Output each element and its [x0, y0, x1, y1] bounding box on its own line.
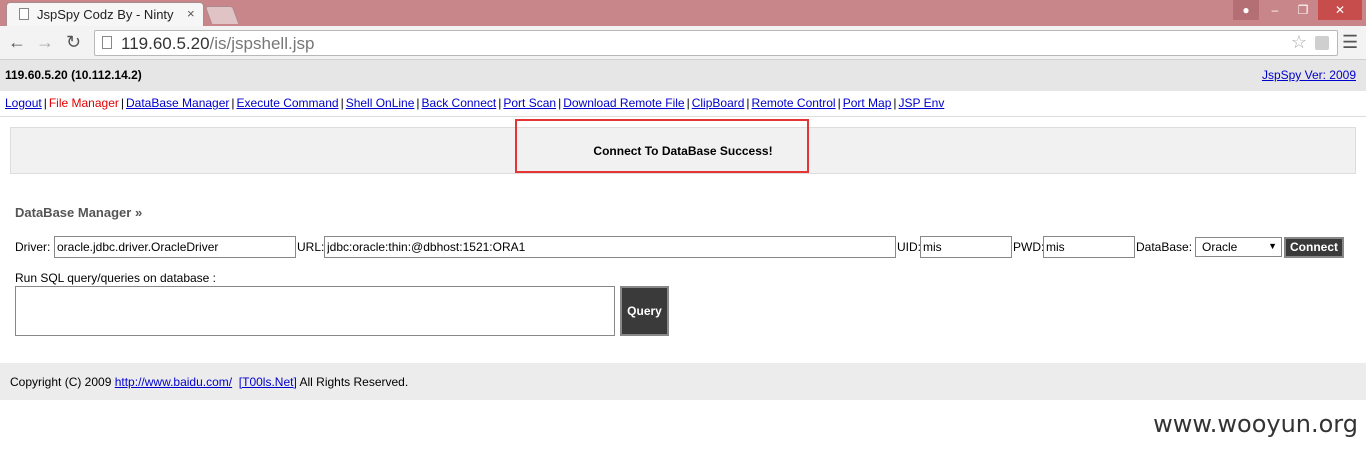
url-host: 119.60.5.20 [121, 34, 210, 53]
watermark: www.wooyun.org [1153, 410, 1358, 438]
nav-separator: | [746, 96, 750, 110]
footer-text: Copyright (C) 2009 http://www.baidu.com/… [10, 375, 408, 389]
nav-link-port-scan[interactable]: Port Scan [503, 96, 556, 110]
url-input[interactable] [324, 236, 896, 258]
driver-label: Driver: [15, 240, 51, 254]
maximize-button[interactable]: ❐ [1290, 0, 1316, 20]
database-select-value: Oracle [1202, 240, 1238, 254]
query-button[interactable]: Query [620, 286, 669, 336]
nav-link-file-manager[interactable]: File Manager [49, 96, 119, 110]
driver-input[interactable] [54, 236, 296, 258]
close-window-button[interactable]: ✕ [1318, 0, 1362, 20]
url-label: URL: [297, 240, 325, 254]
version-link[interactable]: JspSpy Ver: 2009 [1262, 68, 1356, 82]
sql-textarea[interactable] [15, 286, 615, 336]
nav-link-back-connect[interactable]: Back Connect [422, 96, 497, 110]
url-path: /is/jspshell.jsp [209, 34, 315, 53]
browser-tab[interactable]: JspSpy Codz By - Ninty × [6, 2, 204, 26]
database-select[interactable]: Oracle ▼ [1195, 237, 1282, 257]
nav-separator: | [231, 96, 235, 110]
host-info: 119.60.5.20 (10.112.14.2) [5, 68, 142, 82]
arrow-right-icon[interactable]: → [36, 32, 54, 53]
nav-link-shell-online[interactable]: Shell OnLine [346, 96, 415, 110]
nav-link-database-manager[interactable]: DataBase Manager [126, 96, 229, 110]
divider [0, 116, 1366, 117]
page-icon [19, 8, 29, 20]
info-bar: 119.60.5.20 (10.112.14.2) JspSpy Ver: 20… [0, 60, 1366, 91]
address-bar[interactable]: 119.60.5.20/is/jspshell.jsp ☆ [94, 30, 1338, 56]
nav-link-port-map[interactable]: Port Map [843, 96, 892, 110]
nav-link-clipboard[interactable]: ClipBoard [692, 96, 745, 110]
page-icon [102, 36, 112, 49]
footer-prefix: Copyright (C) 2009 [10, 375, 115, 389]
reload-icon[interactable]: ↻ [66, 32, 81, 53]
uid-input[interactable] [920, 236, 1012, 258]
minimize-button[interactable]: – [1262, 0, 1288, 20]
nav-separator: | [120, 96, 124, 110]
chevron-down-icon: ▼ [1268, 241, 1277, 251]
nav-separator: | [686, 96, 690, 110]
nav-menu: Logout | File Manager | DataBase Manager | Exe… [5, 96, 944, 110]
pwd-input[interactable] [1043, 236, 1135, 258]
browser-titlebar: JspSpy Codz By - Ninty × ● – ❐ ✕ [0, 0, 1366, 26]
user-icon[interactable]: ● [1233, 0, 1259, 20]
pwd-label: PWD: [1013, 240, 1045, 254]
sql-label: Run SQL query/queries on database : [15, 271, 217, 285]
footer: Copyright (C) 2009 http://www.baidu.com/… [0, 363, 1366, 400]
nav-separator: | [43, 96, 47, 110]
hamburger-menu-icon[interactable]: ☰ [1342, 33, 1358, 51]
star-icon[interactable]: ☆ [1291, 32, 1307, 53]
tab-title: JspSpy Codz By - Ninty [37, 7, 174, 22]
nav-separator: | [416, 96, 420, 110]
extension-icon[interactable] [1315, 36, 1329, 50]
highlight-box [515, 119, 809, 173]
nav-link-jsp-env[interactable]: JSP Env [899, 96, 945, 110]
database-label: DataBase: [1136, 240, 1193, 254]
nav-link-execute-command[interactable]: Execute Command [237, 96, 339, 110]
tab-close-icon[interactable]: × [187, 6, 195, 21]
footer-link-t00ls[interactable]: [T00ls.Net] [239, 375, 297, 389]
arrow-left-icon[interactable]: ← [8, 32, 26, 53]
connect-button[interactable]: Connect [1284, 237, 1344, 258]
nav-separator: | [837, 96, 841, 110]
section-title: DataBase Manager » [15, 205, 143, 220]
new-tab-button[interactable] [204, 6, 240, 24]
footer-link-baidu[interactable]: http://www.baidu.com/ [115, 375, 232, 389]
nav-link-download-remote-file[interactable]: Download Remote File [563, 96, 684, 110]
url-text[interactable]: 119.60.5.20/is/jspshell.jsp [121, 34, 314, 54]
nav-separator: | [893, 96, 897, 110]
nav-link-remote-control[interactable]: Remote Control [752, 96, 836, 110]
uid-label: UID: [897, 240, 921, 254]
nav-link-logout[interactable]: Logout [5, 96, 42, 110]
nav-separator: | [340, 96, 344, 110]
footer-suffix: All Rights Reserved. [296, 375, 409, 389]
browser-toolbar: ← → ↻ 119.60.5.20/is/jspshell.jsp ☆ ☰ [0, 26, 1366, 60]
